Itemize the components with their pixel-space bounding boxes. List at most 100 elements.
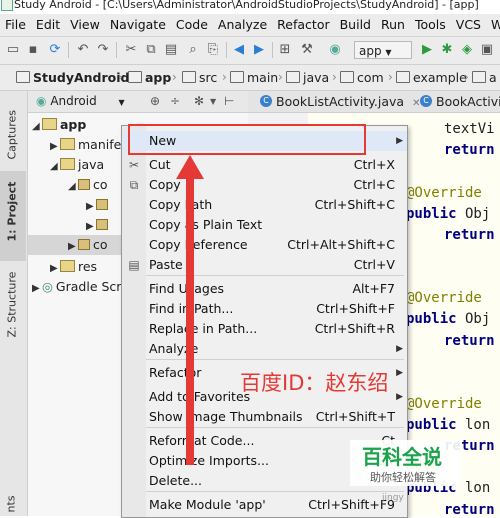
menu-code[interactable]: Code: [171, 14, 213, 36]
menu-item-find-usages[interactable]: Find Usages Alt+F7: [122, 279, 407, 299]
res-folder-icon: [60, 260, 75, 272]
forward-icon[interactable]: ▶: [250, 41, 268, 59]
structure-tab[interactable]: Z: Structure: [6, 270, 19, 338]
folder-icon: [60, 158, 75, 170]
run-configuration-select[interactable]: app ▼: [354, 41, 412, 59]
menu-item-replace-in-path[interactable]: Replace in Path... Ctrl+Shift+R: [122, 319, 407, 339]
tree-node-res[interactable]: ▶ res: [50, 257, 97, 277]
menu-item-label: Show Image Thumbnails: [149, 409, 303, 424]
menu-item-copy[interactable]: ⧉ Copy Ctrl+C: [122, 175, 407, 195]
tree-node-gradle[interactable]: ▶ ◎ Gradle Scr: [32, 277, 121, 297]
collapsed-arrow-icon: ▶: [86, 221, 94, 232]
menu-analyze[interactable]: Analyze: [213, 14, 272, 36]
tree-label: manife: [78, 137, 122, 152]
keyword: return: [444, 142, 495, 158]
breadcrumb-item[interactable]: StudyAndroid: [16, 65, 129, 90]
breadcrumb-item[interactable]: app: [128, 65, 171, 90]
breadcrumb-item[interactable]: src: [182, 65, 217, 90]
menu-tools[interactable]: Tools: [410, 14, 451, 36]
tree-node-package[interactable]: ◢ co: [68, 175, 108, 195]
code-line: return: [444, 227, 495, 243]
code-line: @Override: [406, 290, 482, 306]
breadcrumb-item[interactable]: a: [472, 65, 497, 90]
menu-separator: [146, 359, 404, 360]
window-title: Study Android - [C:\Users\Administrator\…: [14, 0, 479, 11]
menu-item-label: Paste: [149, 257, 183, 272]
tree-node-subpackage[interactable]: ▶: [86, 195, 111, 215]
paste-icon[interactable]: ▤: [162, 41, 180, 59]
replace-icon[interactable]: ⎘: [204, 41, 222, 59]
menu-item-label: Reformat Code...: [149, 433, 255, 448]
separator: ›: [332, 70, 337, 84]
run-icon[interactable]: ▶: [418, 41, 436, 59]
tree-node-app[interactable]: ◢ app: [32, 115, 86, 135]
save-all-icon[interactable]: ▪: [24, 41, 42, 59]
tab-label: BookListActivity.java: [276, 94, 405, 109]
target-icon[interactable]: ⊕: [150, 91, 160, 112]
shortcut-label: Ctrl+X: [353, 157, 395, 172]
toolbar-divider: [68, 42, 69, 58]
copy-icon[interactable]: ⧉: [142, 41, 160, 59]
tree-node-package-selected[interactable]: ▶ co: [68, 235, 108, 255]
menu-item-copy-reference[interactable]: Copy Reference Ctrl+Alt+Shift+C: [122, 235, 407, 255]
menu-item-label: Optimize Imports...: [149, 453, 269, 468]
menu-file[interactable]: File: [0, 14, 31, 36]
menu-win[interactable]: Win: [486, 14, 500, 36]
attach-debugger-icon[interactable]: ◈: [458, 41, 476, 59]
undo-icon[interactable]: ↶: [74, 41, 92, 59]
paste-icon: ▤: [128, 258, 140, 272]
submenu-arrow-icon: ▶: [396, 344, 403, 354]
open-icon[interactable]: ▭: [4, 41, 22, 59]
menu-run[interactable]: Run: [376, 14, 410, 36]
collapse-icon[interactable]: ÷: [170, 91, 180, 112]
bottom-tab[interactable]: nts: [5, 483, 18, 512]
tree-node-java[interactable]: ◢ java: [50, 155, 104, 175]
logo-small-text: jingy: [382, 493, 404, 503]
menu-item-analyze[interactable]: Analyze ▶: [122, 339, 407, 359]
menu-vcs[interactable]: VCS: [451, 14, 486, 36]
project-view-select[interactable]: ◉ Android ▼: [36, 91, 125, 113]
breadcrumb-item[interactable]: example: [396, 65, 467, 90]
menu-edit[interactable]: Edit: [31, 14, 65, 36]
coverage-icon[interactable]: ▣: [478, 41, 496, 59]
structure-tab-label: Z: Structure: [5, 271, 19, 338]
find-icon[interactable]: ⌕: [184, 41, 202, 59]
project-tab[interactable]: 1: Project: [6, 182, 19, 242]
code-line: public Obj: [406, 311, 490, 327]
tree-node-subpackage[interactable]: ▶: [86, 215, 111, 235]
separator: ›: [278, 70, 283, 84]
back-icon[interactable]: ◀: [230, 41, 248, 59]
menu-item-make-module-app[interactable]: Make Module 'app' Ctrl+Shift+F9: [122, 495, 407, 515]
menu-navigate[interactable]: Navigate: [105, 14, 171, 36]
editor-tab[interactable]: C BookListActivity.java ✕: [258, 91, 420, 112]
breadcrumb-item[interactable]: main: [230, 65, 278, 90]
submenu-arrow-icon: ▶: [396, 368, 403, 378]
captures-tab[interactable]: Captures: [6, 108, 19, 159]
structure-icon[interactable]: ⊞: [276, 41, 294, 59]
run-config-label: app: [359, 44, 382, 58]
redo-icon[interactable]: ↷: [94, 41, 112, 59]
debug-icon[interactable]: ✱: [438, 41, 456, 59]
menu-build[interactable]: Build: [335, 14, 376, 36]
breadcrumb-item[interactable]: java: [286, 65, 329, 90]
hide-icon[interactable]: ⊢: [224, 91, 234, 112]
tree-node-manifests[interactable]: ▶ manife: [50, 135, 121, 155]
menu-item-cut[interactable]: ✂ Cut Ctrl+X: [122, 155, 407, 175]
menu-item-copy-path[interactable]: Copy Path Ctrl+Shift+C: [122, 195, 407, 215]
menu-item-find-in-path[interactable]: Find in Path... Ctrl+Shift+F: [122, 299, 407, 319]
menu-item-paste[interactable]: ▤ Paste Ctrl+V: [122, 255, 407, 275]
menu-refactor[interactable]: Refactor: [272, 14, 334, 36]
cut-icon[interactable]: ✂: [122, 41, 140, 59]
separator: ›: [388, 70, 393, 84]
editor-tab[interactable]: C BookActivit: [418, 91, 500, 112]
make-icon[interactable]: ⚒: [298, 41, 316, 59]
tree-label: app: [60, 117, 87, 132]
menu-view[interactable]: View: [65, 14, 105, 36]
menu-item-label: Add to Favorites: [149, 389, 251, 404]
folder-icon: [16, 71, 30, 83]
breadcrumb-item[interactable]: com: [340, 65, 384, 90]
gear-icon[interactable]: ✻: [194, 91, 204, 112]
sync-icon[interactable]: ⟳: [46, 41, 64, 59]
menu-item-copy-as-plain-text[interactable]: Copy as Plain Text: [122, 215, 407, 235]
menu-item-show-image-thumbnails[interactable]: Show Image Thumbnails Ctrl+Shift+T: [122, 407, 407, 427]
